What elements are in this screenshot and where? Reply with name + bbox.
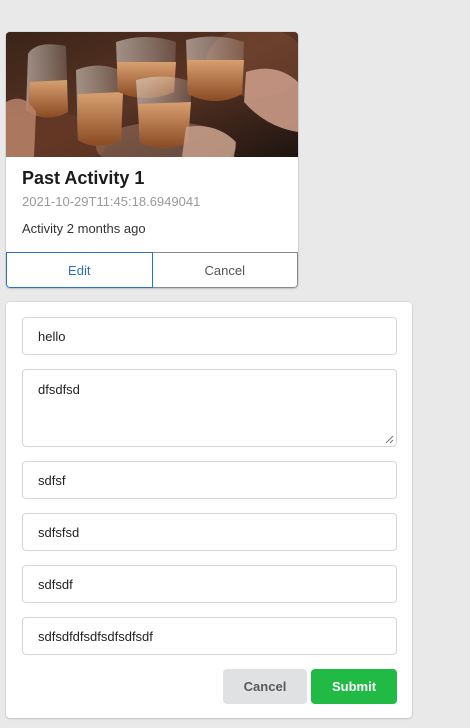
activity-title: Past Activity 1	[22, 168, 145, 188]
description-textarea[interactable]: dfsdfsd	[22, 369, 397, 447]
edit-button[interactable]: Edit	[6, 252, 153, 288]
city-input[interactable]: sdfsdf	[22, 565, 397, 603]
description-text: dfsdfsd	[38, 382, 80, 397]
activity-card: Past Activity 1 2021-10-29T11:45:18.6949…	[6, 32, 298, 288]
category-input[interactable]: sdfsf	[22, 461, 397, 499]
form-cancel-button[interactable]: Cancel	[223, 669, 307, 704]
date-input[interactable]: sdfsfsd	[22, 513, 397, 551]
submit-button[interactable]: Submit	[311, 669, 397, 704]
title-input[interactable]: hello	[22, 317, 397, 355]
activity-image	[6, 32, 298, 157]
venue-input[interactable]: sdfsdfdfsdfsdfsdfsdf	[22, 617, 397, 655]
activity-date: 2021-10-29T11:45:18.6949041	[22, 194, 201, 209]
resize-handle-icon[interactable]	[385, 435, 394, 444]
activity-description: Activity 2 months ago	[22, 221, 146, 236]
card-button-group: Edit Cancel	[6, 252, 298, 288]
activity-form: hello dfsdfsd sdfsf sdfsfsd sdfsdf sdfsd…	[6, 302, 412, 718]
card-cancel-button[interactable]: Cancel	[152, 252, 298, 288]
